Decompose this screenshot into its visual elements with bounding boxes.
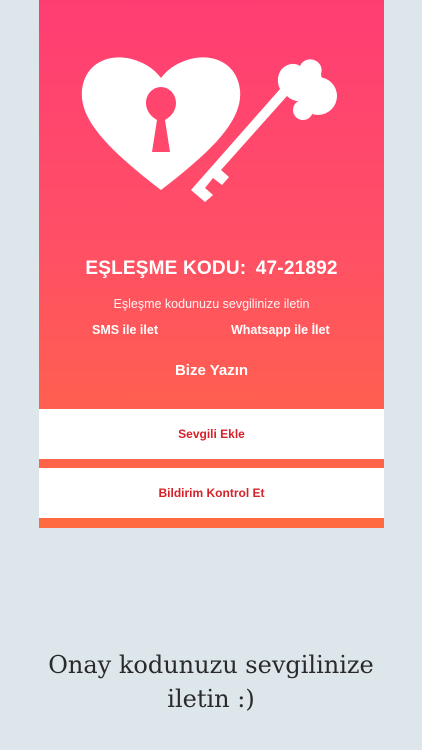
caption-line-2: iletin :) (167, 685, 255, 713)
caption-line-1: Onay kodunuzu sevgilinize (48, 651, 374, 679)
app-screen: EŞLEŞME KODU: 47-21892 Eşleşme kodunuzu … (39, 0, 384, 528)
promo-caption: Onay kodunuzu sevgilinize iletin :) (20, 648, 402, 716)
pairing-code-title: EŞLEŞME KODU: 47-21892 (39, 258, 384, 280)
add-partner-button[interactable]: Sevgili Ekle (39, 409, 384, 459)
pairing-code-label: EŞLEŞME KODU: (85, 258, 247, 279)
pairing-subtitle: Eşleşme kodunuzu sevgilinize iletin (113, 297, 310, 311)
pairing-code-value: 47-21892 (255, 258, 338, 279)
check-notifications-button[interactable]: Bildirim Kontrol Et (39, 468, 384, 518)
share-sms-button[interactable]: SMS ile ilet (92, 323, 158, 337)
hero-illustration (81, 57, 337, 203)
share-whatsapp-button[interactable]: Whatsapp ile İlet (231, 323, 330, 337)
contact-us-button[interactable]: Bize Yazın (39, 362, 384, 379)
